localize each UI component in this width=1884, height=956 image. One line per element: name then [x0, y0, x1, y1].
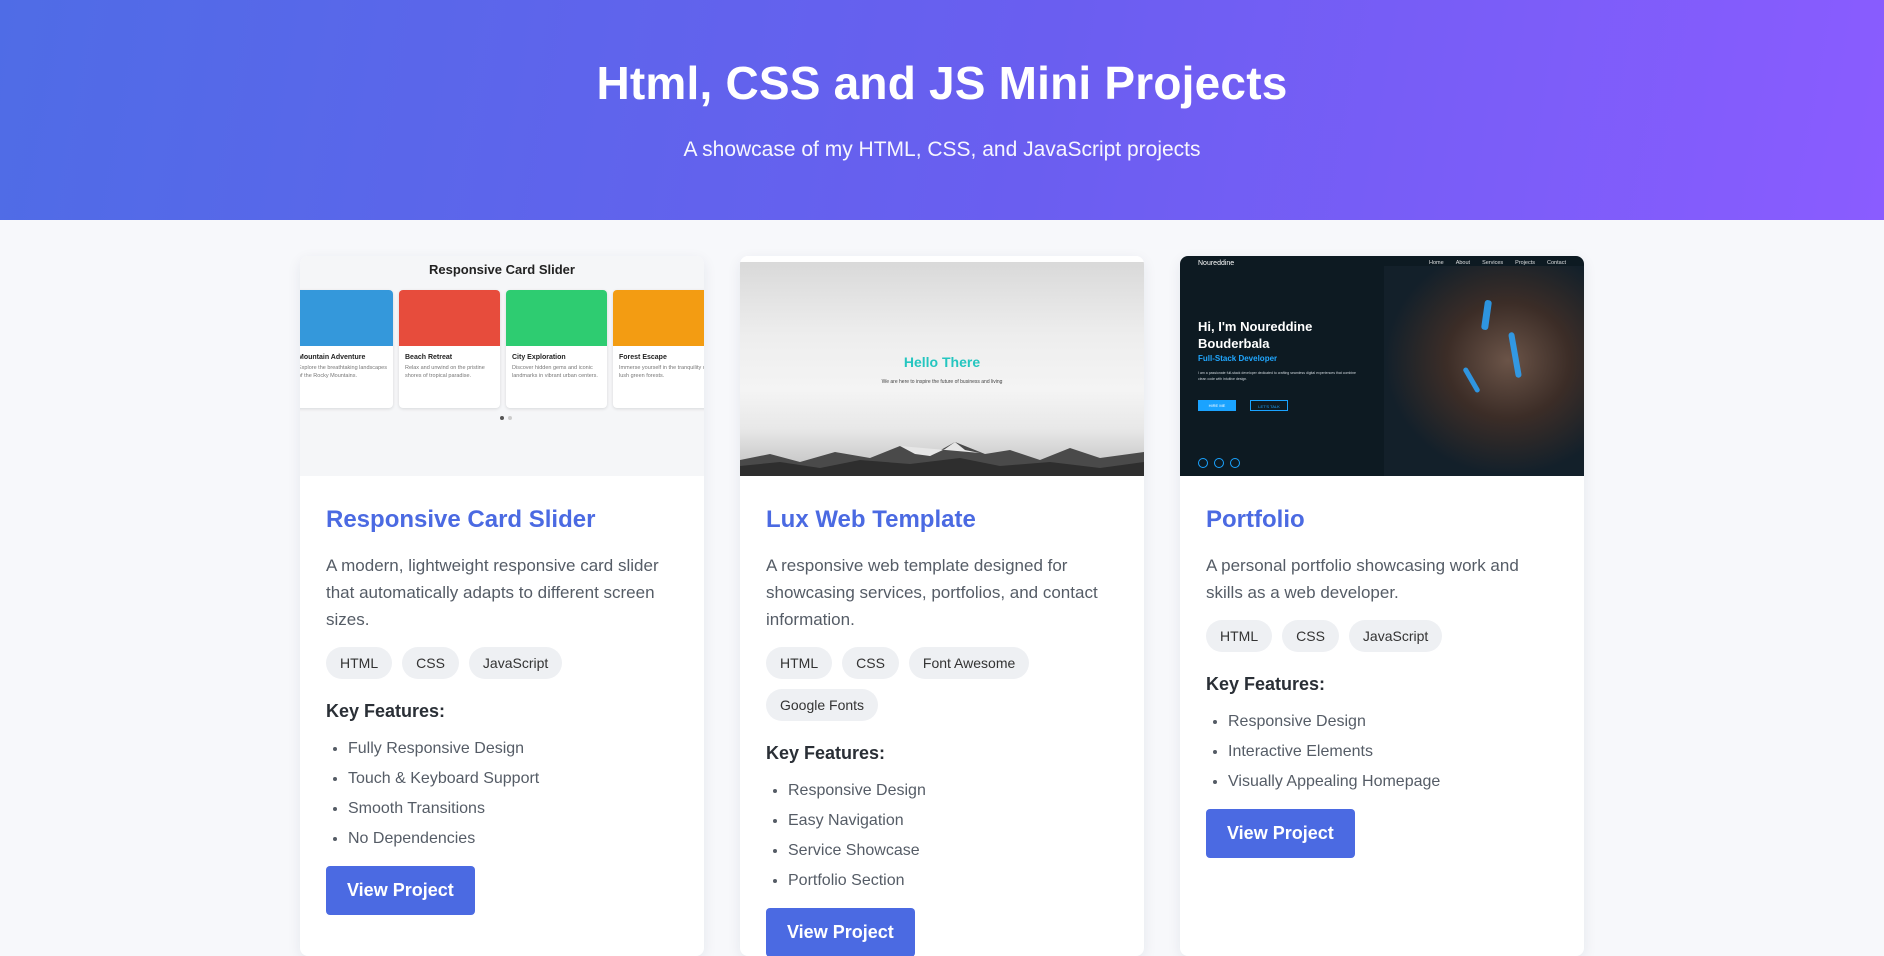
feature-item: Fully Responsive Design — [348, 734, 678, 764]
project-thumbnail[interactable]: Noureddine Home About Services Projects … — [1180, 256, 1584, 476]
preview-card-image — [399, 290, 500, 346]
tech-tag: CSS — [842, 647, 899, 679]
feature-item: Responsive Design — [1228, 707, 1558, 737]
preview-nav-link: Home — [1429, 260, 1444, 266]
features-list: Responsive Design Easy Navigation Servic… — [766, 776, 1118, 896]
project-title[interactable]: Responsive Card Slider — [326, 506, 678, 534]
slider-dots — [500, 416, 512, 420]
preview-talk-button: LET'S TALK — [1250, 400, 1288, 411]
features-heading: Key Features: — [326, 701, 446, 721]
project-title[interactable]: Lux Web Template — [766, 506, 1118, 534]
project-thumbnail[interactable]: Responsive Card Slider Mountain Adventur… — [300, 256, 704, 476]
mountain-graphic — [740, 442, 1144, 476]
project-card-lux: Hello There We are here to inspire the f… — [740, 256, 1144, 956]
preview-nav-link: Projects — [1515, 260, 1536, 266]
preview-card-row: Mountain Adventure Explore the breathtak… — [300, 290, 704, 408]
tech-tag: HTML — [1206, 620, 1273, 652]
project-grid: Responsive Card Slider Mountain Adventur… — [300, 256, 1584, 956]
tech-tag: JavaScript — [468, 647, 563, 679]
social-icons — [1198, 458, 1240, 468]
project-title[interactable]: Portfolio — [1206, 506, 1558, 534]
preview-card: City Exploration Discover hidden gems an… — [506, 290, 607, 408]
preview-brand: Noureddine — [1198, 260, 1235, 267]
social-icon — [1198, 458, 1208, 468]
feature-item: Interactive Elements — [1228, 737, 1558, 767]
preview-card-text: Explore the breathtaking landscapes of t… — [300, 365, 387, 379]
preview-text: We are here to inspire the future of bus… — [881, 379, 1003, 385]
preview-nav-link: Services — [1482, 260, 1504, 266]
preview-nav-link: About — [1455, 260, 1471, 266]
view-project-button[interactable]: View Project — [326, 866, 475, 915]
preview-role: Full-Stack Developer — [1198, 354, 1278, 363]
feature-item: Portfolio Section — [788, 866, 1118, 896]
preview-card: Forest Escape Immerse yourself in the tr… — [613, 290, 704, 408]
project-card-card-slider: Responsive Card Slider Mountain Adventur… — [300, 256, 704, 956]
preview-nav-links: Home About Services Projects Contact — [1429, 260, 1566, 267]
feature-item: No Dependencies — [348, 824, 678, 854]
preview-card-image — [300, 290, 393, 346]
preview-title: Responsive Card Slider — [429, 262, 575, 277]
preview-card-image — [506, 290, 607, 346]
project-description: A modern, lightweight responsive card sl… — [326, 556, 659, 629]
tech-tags: HTML CSS JavaScript — [326, 647, 678, 679]
feature-item: Visually Appealing Homepage — [1228, 767, 1558, 797]
preview-card-text: Relax and unwind on the pristine shores … — [405, 365, 485, 379]
project-card-portfolio: Noureddine Home About Services Projects … — [1180, 256, 1584, 956]
preview-text: I am a passionate full-stack developer d… — [1198, 371, 1356, 381]
hero-header: Html, CSS and JS Mini Projects A showcas… — [0, 0, 1884, 220]
feature-item: Smooth Transitions — [348, 794, 678, 824]
preview-nav: Noureddine Home About Services Projects … — [1198, 260, 1566, 267]
preview-card: Beach Retreat Relax and unwind on the pr… — [399, 290, 500, 408]
preview-card-title: Forest Escape — [619, 354, 667, 361]
feature-item: Responsive Design — [788, 776, 1118, 806]
preview-hire-button: HIRE ME — [1198, 400, 1236, 411]
features-list: Responsive Design Interactive Elements V… — [1206, 707, 1558, 797]
features-heading: Key Features: — [1206, 674, 1326, 694]
page-subtitle: A showcase of my HTML, CSS, and JavaScri… — [683, 138, 1201, 161]
feature-item: Service Showcase — [788, 836, 1118, 866]
project-description: A responsive web template designed for s… — [766, 556, 1098, 629]
preview-card-title: Beach Retreat — [405, 354, 453, 361]
tech-tag: HTML — [326, 647, 393, 679]
preview-card-text: Immerse yourself in the tranquility of l… — [619, 365, 704, 379]
social-icon — [1230, 458, 1240, 468]
tech-tags: HTML CSS Font Awesome Google Fonts — [766, 647, 1118, 721]
tech-tag: HTML — [766, 647, 833, 679]
preview-heading: Hello There — [903, 354, 981, 370]
card-body: Portfolio A personal portfolio showcasin… — [1180, 476, 1584, 858]
view-project-button[interactable]: View Project — [1206, 809, 1355, 858]
tech-tag: Google Fonts — [766, 689, 879, 721]
tech-tag: CSS — [402, 647, 459, 679]
social-icon — [1214, 458, 1224, 468]
portrait-image — [1384, 266, 1584, 476]
preview-nav-link: Contact — [1547, 260, 1566, 266]
view-project-button[interactable]: View Project — [766, 908, 915, 956]
slider-dot — [500, 416, 504, 420]
preview-card: Mountain Adventure Explore the breathtak… — [300, 290, 393, 408]
project-description: A personal portfolio showcasing work and… — [1206, 556, 1519, 602]
card-body: Lux Web Template A responsive web templa… — [740, 476, 1144, 956]
preview-card-image — [613, 290, 704, 346]
preview-card-title: Mountain Adventure — [300, 354, 366, 361]
features-list: Fully Responsive Design Touch & Keyboard… — [326, 734, 678, 854]
preview-greeting: Hi, I'm Noureddine Bouderbala — [1198, 319, 1313, 351]
slider-dot — [508, 416, 512, 420]
project-thumbnail[interactable]: Hello There We are here to inspire the f… — [740, 256, 1144, 476]
tech-tags: HTML CSS JavaScript — [1206, 620, 1558, 652]
tech-tag: CSS — [1282, 620, 1339, 652]
tech-tag: Font Awesome — [908, 647, 1030, 679]
preview-card-text: Discover hidden gems and iconic landmark… — [512, 365, 598, 379]
feature-item: Easy Navigation — [788, 806, 1118, 836]
card-body: Responsive Card Slider A modern, lightwe… — [300, 476, 704, 915]
feature-item: Touch & Keyboard Support — [348, 764, 678, 794]
features-heading: Key Features: — [766, 743, 886, 763]
page-title: Html, CSS and JS Mini Projects — [596, 57, 1288, 109]
preview-card-title: City Exploration — [512, 354, 566, 361]
tech-tag: JavaScript — [1348, 620, 1443, 652]
